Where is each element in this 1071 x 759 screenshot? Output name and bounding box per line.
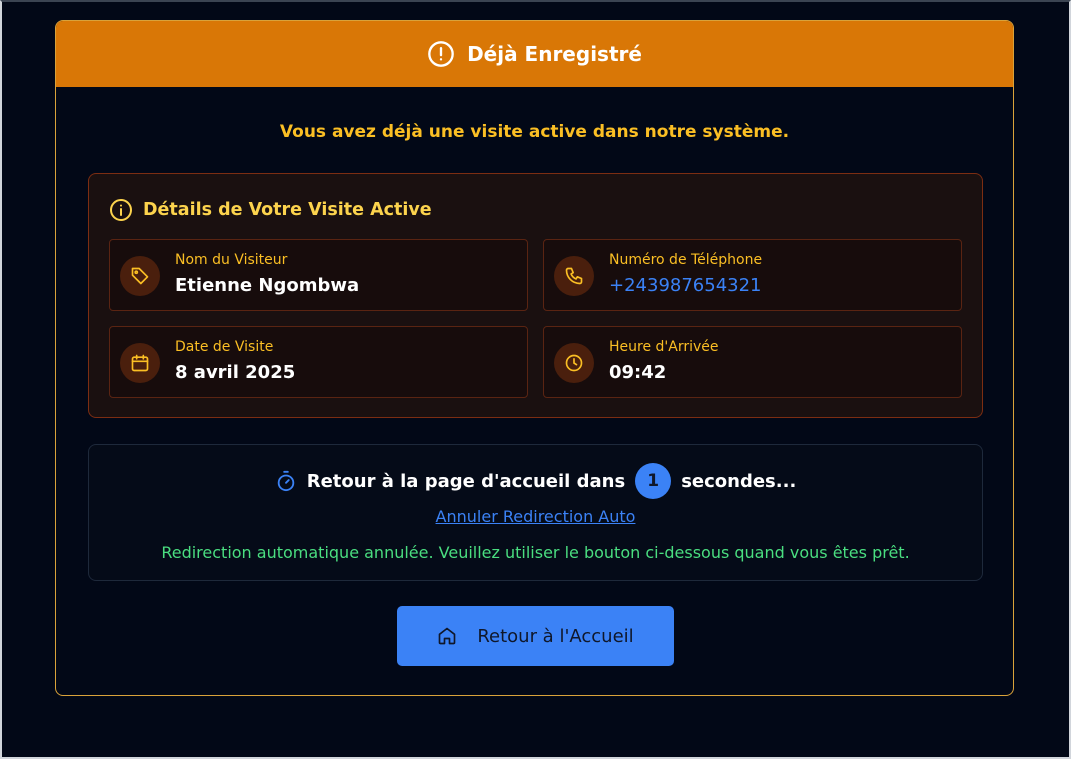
arrival-time-label: Heure d'Arrivée [609,339,719,355]
visitor-name-item: Nom du Visiteur Etienne Ngombwa [109,239,528,311]
redirect-cancelled-notice: Redirection automatique annulée. Veuille… [161,543,910,562]
return-home-label: Retour à l'Accueil [477,625,634,647]
home-icon [438,627,456,645]
clock-icon [565,354,583,372]
visit-date-item: Date de Visite 8 avril 2025 [109,326,528,398]
redirect-panel: Retour à la page d'accueil dans 1 second… [88,444,983,581]
visit-date-label: Date de Visite [175,339,274,355]
visitor-name-value: Etienne Ngombwa [175,275,360,296]
phone-item: Numéro de Téléphone +243987654321 [543,239,962,311]
redirect-countdown-line: Retour à la page d'accueil dans 1 second… [89,463,982,499]
redirect-prefix: Retour à la page d'accueil dans [306,470,626,492]
redirect-suffix: secondes... [681,470,797,492]
card-header: Déjà Enregistré [56,21,1013,87]
return-home-button[interactable]: Retour à l'Accueil [397,606,674,666]
alert-circle-icon [428,41,454,67]
phone-label: Numéro de Téléphone [609,252,763,268]
tag-icon [131,267,149,285]
details-title: Détails de Votre Visite Active [143,200,432,220]
visitor-name-label: Nom du Visiteur [175,252,288,268]
header-title: Déjà Enregistré [467,42,642,66]
visit-details-panel: Détails de Votre Visite Active Nom du Vi… [88,173,983,418]
arrival-time-item: Heure d'Arrivée 09:42 [543,326,962,398]
timer-icon [277,470,294,492]
countdown-badge: 1 [635,463,672,499]
visit-date-value: 8 avril 2025 [175,362,296,383]
phone-icon [565,267,583,285]
arrival-time-value: 09:42 [609,362,667,383]
phone-value[interactable]: +243987654321 [609,275,762,296]
calendar-icon [131,354,149,372]
cancel-redirect-link[interactable]: Annuler Redirection Auto [436,507,636,526]
active-visit-message: Vous avez déjà une visite active dans no… [279,122,790,142]
details-heading: Détails de Votre Visite Active [109,198,432,222]
already-registered-card: Déjà Enregistré Vous avez déjà une visit… [55,20,1014,696]
info-icon [110,199,132,221]
